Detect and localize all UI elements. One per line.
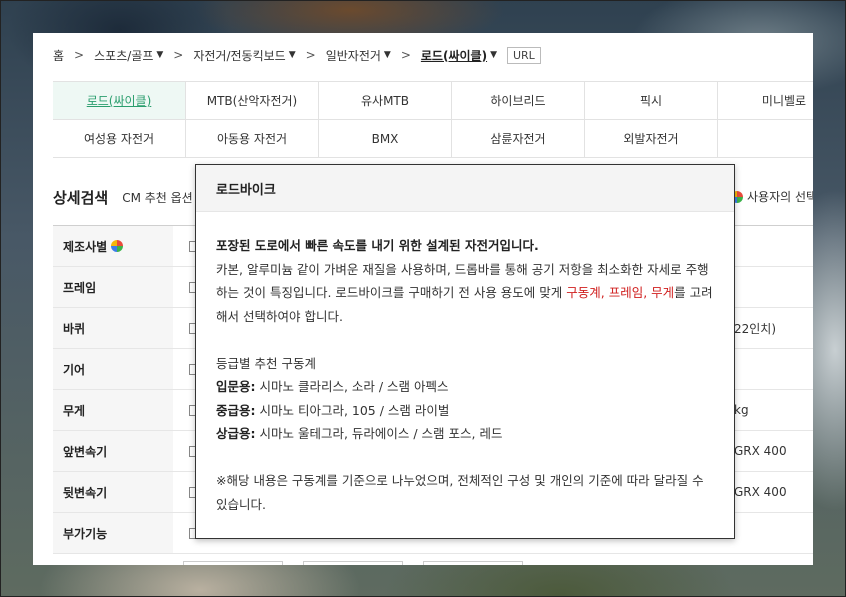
road-bike-tooltip: 로드바이크 포장된 도로에서 빠른 속도를 내기 위한 설계된 자전거입니다. …	[195, 164, 735, 539]
user-choice-label: 사용자의 선택	[747, 190, 813, 204]
chevron-right-icon: >	[173, 48, 184, 62]
category-mtb[interactable]: MTB(산악자전거)	[186, 82, 319, 119]
caret-down-icon: ▼	[490, 50, 497, 60]
category-minivelo[interactable]: 미니벨로	[718, 82, 813, 119]
tooltip-title: 로드바이크	[196, 165, 734, 212]
breadcrumb-bicycle-kickboard[interactable]: 자전거/전동킥보드 ▼	[193, 47, 295, 64]
chevron-right-icon: >	[305, 48, 316, 62]
chevron-right-icon: >	[74, 48, 85, 62]
filter-option-text[interactable]: GRX 400	[734, 485, 787, 499]
filter-label-wheel: 바퀴	[53, 308, 173, 348]
breadcrumb-road-cycle[interactable]: 로드(싸이클) ▼	[421, 47, 497, 64]
tooltip-highlight: 구동계, 프레임, 무게	[566, 285, 675, 300]
detail-search-title: 상세검색	[53, 188, 109, 207]
filter-label-front-derailleur: 앞변속기	[53, 431, 173, 471]
grade-title: 등급별 추천 구동계	[216, 355, 316, 371]
tooltip-lead: 포장된 도로에서 빠른 속도를 내기 위한 설계된 자전거입니다.	[216, 238, 539, 253]
caret-down-icon: ▼	[288, 50, 296, 60]
category-row: 여성용 자전거 아동용 자전거 BMX 삼륜자전거 외발자전거	[53, 120, 813, 158]
user-choice-toggle[interactable]: 사용자의 선택	[731, 188, 813, 205]
caret-down-icon: ▼	[383, 50, 391, 60]
filter-label-maker: 제조사별	[53, 226, 173, 266]
tooltip-description: 카본, 알루미늄 같이 가벼운 재질을 사용하며, 드롭바를 통해 공기 저항을…	[216, 261, 713, 324]
grade-entry: 입문용: 시마노 클라리스, 소라 / 스램 아펙스	[216, 379, 449, 394]
category-hybrid[interactable]: 하이브리드	[452, 82, 585, 119]
filter-option-text[interactable]: kg	[734, 403, 749, 417]
tooltip-note: ※해당 내용은 구동계를 기준으로 나누었으며, 전체적인 구성 및 개인의 기…	[216, 473, 704, 512]
category-kids[interactable]: 아동용 자전거	[186, 120, 319, 157]
breadcrumb-sports-golf[interactable]: 스포츠/골프 ▼	[94, 47, 163, 64]
cm-recommend-label[interactable]: CM 추천 옵션	[122, 189, 193, 206]
category-fixie[interactable]: 픽시	[585, 82, 718, 119]
caret-down-icon: ▼	[156, 50, 164, 60]
filter-label-weight: 무게	[53, 390, 173, 430]
category-unicycle[interactable]: 외발자전거	[585, 120, 718, 157]
category-empty	[718, 120, 813, 157]
breadcrumb-general-bicycle[interactable]: 일반자전거 ▼	[326, 47, 391, 64]
grade-entry: 중급용: 시마노 티아그라, 105 / 스램 라이벌	[216, 402, 450, 418]
filter-option-text[interactable]: 22인치)	[734, 320, 776, 337]
color-wheel-icon	[111, 240, 124, 252]
bottom-button[interactable]	[303, 561, 403, 565]
url-button[interactable]: URL	[506, 46, 541, 64]
filter-label-frame: 프레임	[53, 267, 173, 307]
grade-entry: 상급용: 시마노 울테그라, 듀라에이스 / 스램 포스, 레드	[216, 426, 503, 441]
category-row: 로드(싸이클) MTB(산악자전거) 유사MTB 하이브리드 픽시 미니벨로	[53, 82, 813, 120]
breadcrumb: 홈 > 스포츠/골프 ▼ > 자전거/전동킥보드 ▼ > 일반자전거 ▼ > 로드(싸…	[53, 45, 541, 65]
filter-label-gear: 기어	[53, 349, 173, 389]
category-tricycle[interactable]: 삼륜자전거	[452, 120, 585, 157]
bottom-button[interactable]	[183, 561, 283, 565]
category-grid: 로드(싸이클) MTB(산악자전거) 유사MTB 하이브리드 픽시 미니벨로 여…	[53, 81, 813, 158]
breadcrumb-home[interactable]: 홈	[53, 47, 64, 64]
tooltip-body: 포장된 도로에서 빠른 속도를 내기 위한 설계된 자전거입니다. 카본, 알루…	[196, 212, 734, 516]
bottom-button[interactable]	[423, 561, 523, 565]
category-women[interactable]: 여성용 자전거	[53, 120, 186, 157]
chevron-right-icon: >	[400, 48, 411, 62]
filter-option-text[interactable]: GRX 400	[734, 444, 787, 458]
category-road-cycle[interactable]: 로드(싸이클)	[53, 82, 186, 119]
category-bmx[interactable]: BMX	[319, 120, 452, 157]
filter-label-extra: 부가기능	[53, 513, 173, 553]
category-similar-mtb[interactable]: 유사MTB	[319, 82, 452, 119]
filter-label-rear-derailleur: 뒷변속기	[53, 472, 173, 512]
bottom-button-row	[183, 561, 523, 565]
